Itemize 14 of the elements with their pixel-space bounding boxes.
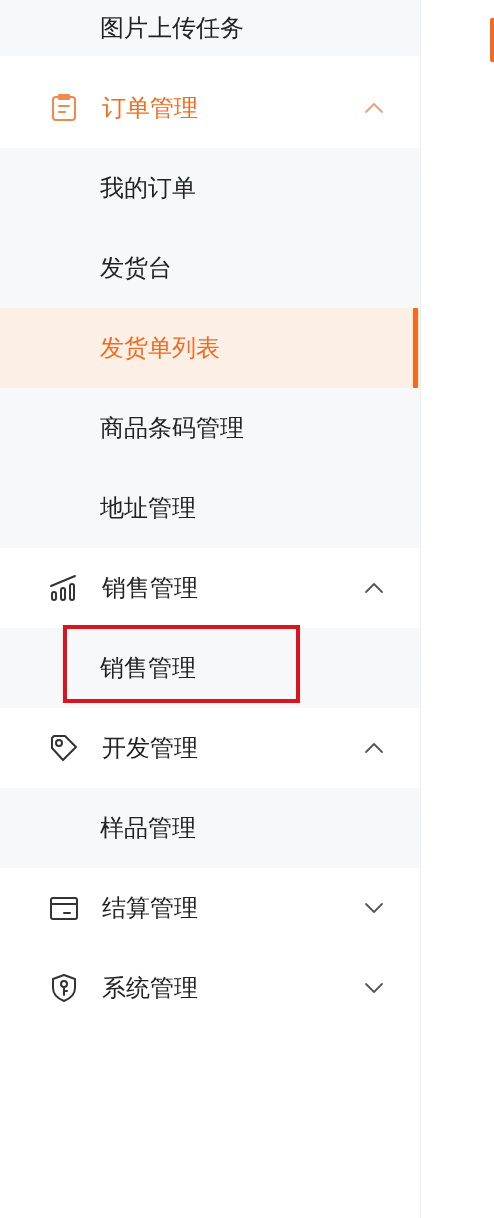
menu-item[interactable]: 地址管理 <box>0 468 420 548</box>
menu-item[interactable]: 我的订单 <box>0 148 420 228</box>
chevron-icon <box>364 902 384 914</box>
menu-item[interactable]: 发货台 <box>0 228 420 308</box>
menu-item[interactable]: 图片上传任务 <box>0 0 420 56</box>
menu-item[interactable]: 商品条码管理 <box>0 388 420 468</box>
accent-bar <box>490 18 494 62</box>
chevron-icon <box>364 582 384 594</box>
tag-icon <box>48 732 80 764</box>
chevron-icon <box>364 102 384 114</box>
chevron-icon <box>364 982 384 994</box>
menu-item[interactable]: 样品管理 <box>0 788 420 868</box>
chevron-icon <box>364 742 384 754</box>
menu-item[interactable]: 销售管理 <box>0 628 420 708</box>
